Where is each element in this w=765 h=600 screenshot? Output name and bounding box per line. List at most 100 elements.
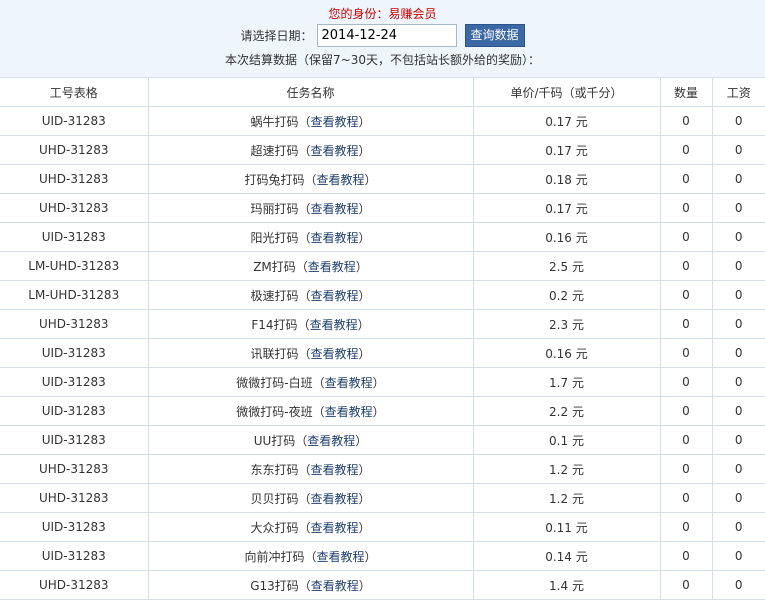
cell-price: 2.5 元: [472, 251, 661, 281]
table-header-row: 工号表格 任务名称 单价/千码（或千分） 数量 工资: [0, 77, 765, 107]
cell-id: UID-31283: [0, 396, 149, 426]
col-header-qty: 数量: [659, 77, 713, 107]
cell-id: UID-31283: [0, 512, 149, 542]
cell-price: 0.2 元: [472, 280, 661, 310]
task-name: 微微打码-夜班: [236, 404, 313, 419]
task-name: 贝贝打码: [250, 491, 299, 506]
tutorial-paren-close: ）: [358, 462, 371, 477]
view-tutorial-link[interactable]: 查看教程: [311, 115, 359, 129]
cell-qty: 0: [659, 309, 713, 339]
cell-wage: 0: [711, 164, 765, 194]
tutorial-paren-open: （: [298, 491, 311, 506]
cell-id: UID-31283: [0, 106, 149, 136]
cell-wage: 0: [711, 193, 765, 223]
view-tutorial-link[interactable]: 查看教程: [317, 550, 365, 564]
table-row: UID-31283 蜗牛打码（查看教程） 0.17 元00: [0, 106, 765, 136]
task-name: 讯联打码: [250, 346, 299, 361]
cell-task: 东东打码（查看教程）: [147, 454, 474, 484]
table-row: LM-UHD-31283 ZM打码（查看教程） 2.5 元00: [0, 251, 765, 281]
table-row: UID-31283 向前冲打码（查看教程） 0.14 元00: [0, 541, 765, 571]
tutorial-paren-open: （: [298, 230, 311, 245]
cell-wage: 0: [711, 222, 765, 252]
tutorial-paren-open: （: [298, 578, 311, 593]
table-row: UHD-31283 打码兔打码（查看教程） 0.18 元00: [0, 164, 765, 194]
cell-qty: 0: [659, 570, 713, 600]
tutorial-paren-open: （: [304, 172, 317, 187]
view-tutorial-link[interactable]: 查看教程: [325, 405, 373, 419]
view-tutorial-link[interactable]: 查看教程: [311, 492, 359, 506]
cell-qty: 0: [659, 193, 713, 223]
date-label: 请选择日期：: [240, 29, 313, 43]
cell-price: 0.17 元: [472, 106, 661, 136]
task-name: 阳光打码: [250, 230, 299, 245]
query-header: 您的身份：易赚会员 请选择日期： 查询数据 本次结算数据（保留7~30天，不包括…: [0, 0, 765, 77]
view-tutorial-link[interactable]: 查看教程: [311, 231, 359, 245]
task-name: 东东打码: [250, 462, 299, 477]
tutorial-paren-close: ）: [364, 549, 377, 564]
cell-task: 微微打码-夜班（查看教程）: [147, 396, 474, 426]
table-row: UID-31283 阳光打码（查看教程） 0.16 元00: [0, 222, 765, 252]
view-tutorial-link[interactable]: 查看教程: [311, 463, 359, 477]
date-input[interactable]: [316, 24, 457, 47]
cell-task: 打码兔打码（查看教程）: [147, 164, 474, 194]
cell-qty: 0: [659, 164, 713, 194]
cell-wage: 0: [711, 570, 765, 600]
cell-id: UID-31283: [0, 425, 149, 455]
cell-qty: 0: [659, 338, 713, 368]
cell-qty: 0: [659, 425, 713, 455]
tutorial-paren-close: ）: [358, 143, 371, 158]
date-query-row: 请选择日期： 查询数据: [0, 24, 765, 48]
cell-task: 贝贝打码（查看教程）: [147, 483, 474, 513]
table-row: UID-31283 UU打码（查看教程） 0.1 元00: [0, 425, 765, 455]
tutorial-paren-close: ）: [358, 578, 371, 593]
tutorial-paren-close: ）: [355, 259, 368, 274]
cell-wage: 0: [711, 135, 765, 165]
view-tutorial-link[interactable]: 查看教程: [311, 202, 359, 216]
view-tutorial-link[interactable]: 查看教程: [307, 434, 355, 448]
cell-id: UHD-31283: [0, 309, 149, 339]
task-name: 超速打码: [250, 143, 299, 158]
col-header-task: 任务名称: [147, 77, 474, 107]
tutorial-paren-close: ）: [364, 172, 377, 187]
cell-id: UHD-31283: [0, 570, 149, 600]
cell-price: 0.11 元: [472, 512, 661, 542]
cell-id: UID-31283: [0, 338, 149, 368]
cell-wage: 0: [711, 367, 765, 397]
view-tutorial-link[interactable]: 查看教程: [308, 260, 356, 274]
view-tutorial-link[interactable]: 查看教程: [311, 347, 359, 361]
col-header-price: 单价/千码（或千分）: [472, 77, 661, 107]
tutorial-paren-close: ）: [358, 201, 371, 216]
view-tutorial-link[interactable]: 查看教程: [311, 289, 359, 303]
view-tutorial-link[interactable]: 查看教程: [311, 521, 359, 535]
cell-task: 向前冲打码（查看教程）: [147, 541, 474, 571]
tutorial-paren-open: （: [298, 143, 311, 158]
tutorial-paren-close: ）: [358, 114, 371, 129]
tutorial-paren-open: （: [298, 462, 311, 477]
cell-qty: 0: [659, 541, 713, 571]
view-tutorial-link[interactable]: 查看教程: [325, 376, 373, 390]
cell-id: UID-31283: [0, 541, 149, 571]
cell-wage: 0: [711, 396, 765, 426]
cell-id: UID-31283: [0, 222, 149, 252]
view-tutorial-link[interactable]: 查看教程: [311, 579, 359, 593]
tutorial-paren-open: （: [304, 549, 317, 564]
tutorial-paren-open: （: [295, 433, 308, 448]
tutorial-paren-open: （: [298, 201, 311, 216]
table-row: UID-31283 微微打码-夜班（查看教程） 2.2 元00: [0, 396, 765, 426]
cell-task: UU打码（查看教程）: [147, 425, 474, 455]
cell-task: G13打码（查看教程）: [147, 570, 474, 600]
cell-price: 2.2 元: [472, 396, 661, 426]
tutorial-paren-open: （: [297, 317, 310, 332]
task-price-table: 工号表格 任务名称 单价/千码（或千分） 数量 工资 UID-31283 蜗牛打码…: [0, 77, 765, 600]
view-tutorial-link[interactable]: 查看教程: [310, 318, 358, 332]
cell-id: UHD-31283: [0, 193, 149, 223]
view-tutorial-link[interactable]: 查看教程: [311, 144, 359, 158]
cell-wage: 0: [711, 512, 765, 542]
cell-wage: 0: [711, 309, 765, 339]
query-data-button[interactable]: 查询数据: [464, 24, 525, 47]
view-tutorial-link[interactable]: 查看教程: [317, 173, 365, 187]
tutorial-paren-close: ）: [358, 288, 371, 303]
cell-task: 大众打码（查看教程）: [147, 512, 474, 542]
task-name: F14打码: [251, 317, 298, 332]
task-name: 蜗牛打码: [250, 114, 299, 129]
